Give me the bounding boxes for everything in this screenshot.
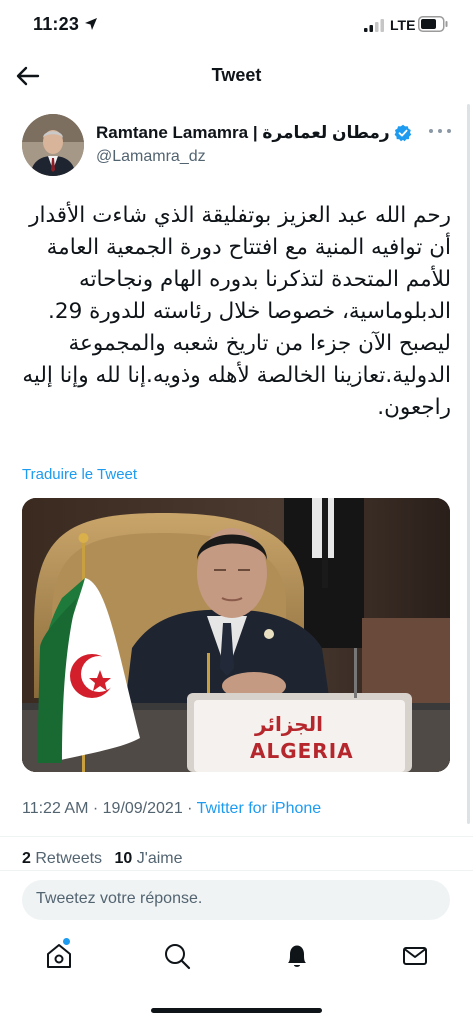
divider bbox=[0, 836, 473, 837]
network-type: LTE bbox=[390, 17, 416, 33]
tweet-time: 11:22 AM bbox=[22, 800, 89, 817]
home-icon[interactable] bbox=[44, 941, 74, 971]
retweets-stat[interactable]: 2 Retweets bbox=[22, 850, 102, 867]
more-options-icon[interactable] bbox=[429, 126, 451, 136]
battery-icon bbox=[418, 16, 448, 32]
verified-badge-icon bbox=[394, 124, 411, 142]
tweet-source-link[interactable]: Twitter for iPhone bbox=[197, 800, 322, 817]
location-arrow-icon bbox=[85, 18, 97, 30]
tweet-date: 19/09/2021 bbox=[102, 800, 183, 817]
tweet-author: Ramtane Lamamra | رمطان لعمامرة @Lamamra… bbox=[22, 112, 451, 182]
home-indicator bbox=[151, 1008, 322, 1013]
author-name-row[interactable]: Ramtane Lamamra | رمطان لعمامرة bbox=[96, 123, 412, 143]
nameplate-latin: ALGERIA bbox=[250, 739, 354, 763]
nameplate-arabic: الجزائر bbox=[255, 712, 324, 736]
header: Tweet bbox=[0, 50, 473, 102]
author-name: Ramtane Lamamra | رمطان لعمامرة bbox=[96, 123, 390, 142]
meta-separator: · bbox=[182, 800, 197, 817]
tweet-text: رحم الله عبد العزيز بوتفليقة الذي شاءت ا… bbox=[22, 203, 451, 420]
search-icon[interactable] bbox=[162, 941, 192, 971]
likes-label: J'aime bbox=[136, 850, 183, 867]
messages-icon[interactable] bbox=[400, 941, 430, 971]
tweet-stats: 2 Retweets 10 J'aime bbox=[22, 850, 191, 868]
status-time: 11:23 bbox=[33, 14, 80, 34]
status-bar: 11:23 LTE bbox=[0, 0, 473, 50]
likes-count: 10 bbox=[114, 850, 133, 867]
author-handle[interactable]: @Lamamra_dz bbox=[96, 148, 206, 166]
retweets-count: 2 bbox=[22, 850, 31, 867]
likes-stat[interactable]: 10 J'aime bbox=[115, 850, 183, 867]
page-title: Tweet bbox=[211, 65, 262, 85]
avatar[interactable] bbox=[22, 114, 84, 176]
signal-icon bbox=[364, 19, 384, 32]
reply-input[interactable]: Tweetez votre réponse. bbox=[22, 880, 450, 920]
bottom-nav bbox=[0, 935, 473, 979]
scrollbar[interactable] bbox=[467, 104, 470, 824]
translate-tweet-link[interactable]: Traduire le Tweet bbox=[22, 466, 137, 483]
meta-separator: · bbox=[88, 800, 103, 817]
tweet-timestamp: 11:22 AM · 19/09/2021 · Twitter for iPho… bbox=[22, 800, 321, 818]
divider bbox=[0, 870, 473, 871]
retweets-label: Retweets bbox=[35, 850, 103, 867]
notifications-icon[interactable] bbox=[282, 941, 312, 971]
tweet-image[interactable] bbox=[22, 498, 450, 772]
home-notification-dot bbox=[63, 938, 70, 945]
